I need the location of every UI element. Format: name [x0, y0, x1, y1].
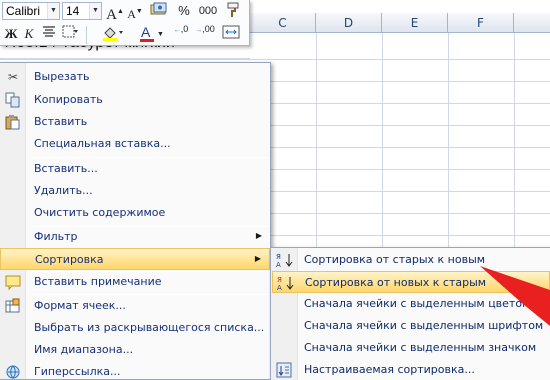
menu-item-label: Фильтр [34, 230, 78, 243]
toolbar-separator [86, 26, 87, 44]
format-painter-icon [227, 2, 239, 17]
chevron-down-icon[interactable]: ▼ [47, 3, 59, 19]
shrink-font-button[interactable]: A▼ [126, 1, 144, 21]
menu-item-label: Вставить примечание [34, 275, 162, 288]
decrease-decimal-button[interactable]: →,00 [194, 24, 216, 44]
merge-cells-icon [222, 25, 240, 39]
increase-decimal-button[interactable]: ←,0 [170, 24, 192, 44]
menu-item-sort[interactable]: Сортировка ▶ [0, 248, 270, 270]
column-header-g[interactable] [514, 13, 550, 33]
italic-button[interactable]: К [21, 24, 37, 44]
comment-icon [5, 274, 21, 291]
percent-style-button[interactable]: % [176, 1, 192, 21]
comma-style-button[interactable]: 000 [196, 1, 220, 21]
custom-sort-icon [276, 362, 294, 378]
menu-item-label: Удалить... [34, 184, 93, 197]
menu-item-label: Очистить содержимое [34, 206, 166, 219]
font-size-select[interactable]: 14 ▼ [62, 2, 102, 20]
mini-toolbar: Calibri ▼ 14 ▼ A▲ A▼ % 000 Ж К A ▼ ←,0 →… [0, 0, 250, 46]
grow-font-button[interactable]: A▲ [106, 1, 124, 23]
menu-item-hyperlink[interactable]: Гиперссылка... [0, 361, 270, 380]
menu-item-label: Вырезать [34, 70, 90, 83]
copy-icon [5, 92, 21, 108]
menu-item-label: Гиперссылка... [34, 365, 121, 378]
column-header-e[interactable]: E [382, 13, 448, 33]
menu-item-clear-contents[interactable]: Очистить содержимое [0, 202, 270, 224]
hyperlink-icon [5, 364, 21, 380]
submenu-arrow-icon: ▶ [254, 254, 261, 263]
menu-item-copy[interactable]: Копировать [0, 89, 270, 111]
submenu-item-label: Сначала ячейки с выделенным значком [304, 341, 537, 354]
bold-button[interactable]: Ж [3, 24, 19, 44]
font-color-button[interactable]: A ▼ [138, 24, 164, 44]
menu-item-label: Специальная вставка... [34, 137, 171, 150]
menu-item-label: Копировать [34, 93, 103, 106]
context-menu: ✂ Вырезать Копировать Вставить Специальн… [0, 62, 271, 380]
scissors-icon: ✂ [7, 70, 19, 84]
format-cells-icon [5, 298, 21, 314]
column-header-c[interactable]: C [250, 13, 316, 33]
borders-button[interactable] [60, 24, 82, 44]
menu-item-label: Выбрать из раскрывающегося списка... [34, 321, 265, 334]
align-center-icon [43, 26, 55, 37]
svg-text:Я: Я [277, 276, 282, 284]
menu-item-insert[interactable]: Вставить... [0, 158, 270, 180]
menu-item-format-cells[interactable]: Формат ячеек... [0, 295, 270, 317]
sort-descending-icon: ЯА [277, 275, 295, 292]
svg-text:А: А [276, 261, 281, 268]
svg-text:А: А [277, 284, 282, 291]
menu-item-cut[interactable]: ✂ Вырезать [0, 66, 270, 88]
svg-text:Я: Я [276, 253, 281, 261]
menu-item-label: Формат ячеек... [34, 299, 126, 312]
decrease-decimal-icon: ,00 [202, 24, 215, 34]
menu-item-label: Сортировка [35, 253, 104, 266]
column-header-d[interactable]: D [316, 13, 382, 33]
align-center-button[interactable] [40, 24, 58, 44]
fill-color-button[interactable] [100, 24, 128, 44]
format-painter-button[interactable] [224, 1, 244, 21]
submenu-item-label: Сортировка от новых к старым [305, 276, 487, 289]
chevron-down-icon: ▼ [157, 30, 164, 38]
grow-font-icon: A [106, 7, 117, 23]
fill-bucket-icon [103, 27, 123, 41]
column-header-f[interactable]: F [448, 13, 514, 33]
sort-ascending-icon: ЯА [276, 252, 294, 269]
sort-selected-icon-first[interactable]: Сначала ячейки с выделенным значком [272, 337, 550, 359]
red-pointer-arrow [480, 266, 550, 326]
menu-item-filter[interactable]: Фильтр ▶ [0, 226, 270, 248]
accounting-format-button[interactable] [148, 1, 170, 21]
gridline [0, 59, 550, 60]
font-size-value: 14 [66, 4, 80, 18]
chevron-down-icon[interactable]: ▼ [89, 3, 101, 19]
font-color-bar [140, 39, 154, 42]
menu-item-pick-from-list[interactable]: Выбрать из раскрывающегося списка... [0, 317, 270, 339]
menu-item-paste[interactable]: Вставить [0, 111, 270, 133]
custom-sort[interactable]: Настраиваемая сортировка... [272, 359, 550, 380]
submenu-arrow-icon: ▶ [255, 231, 262, 240]
menu-item-delete[interactable]: Удалить... [0, 180, 270, 202]
merge-center-button[interactable] [220, 24, 242, 44]
menu-item-insert-comment[interactable]: Вставить примечание [0, 271, 270, 293]
menu-item-label: Вставить [34, 115, 88, 128]
menu-item-name-range[interactable]: Имя диапазона... [0, 339, 270, 361]
menu-item-label: Имя диапазона... [34, 343, 134, 356]
menu-item-label: Вставить... [34, 162, 98, 175]
submenu-item-label: Сортировка от старых к новым [304, 253, 486, 266]
paste-icon [5, 114, 21, 130]
currency-icon [150, 2, 167, 15]
submenu-item-label: Настраиваемая сортировка... [304, 363, 475, 376]
increase-decimal-icon: ,0 [180, 24, 189, 34]
shrink-font-icon: A [127, 7, 136, 21]
font-name-select[interactable]: Calibri ▼ [2, 2, 60, 20]
font-name-value: Calibri [6, 4, 41, 18]
borders-icon [62, 25, 78, 38]
menu-item-paste-special[interactable]: Специальная вставка... [0, 133, 270, 155]
